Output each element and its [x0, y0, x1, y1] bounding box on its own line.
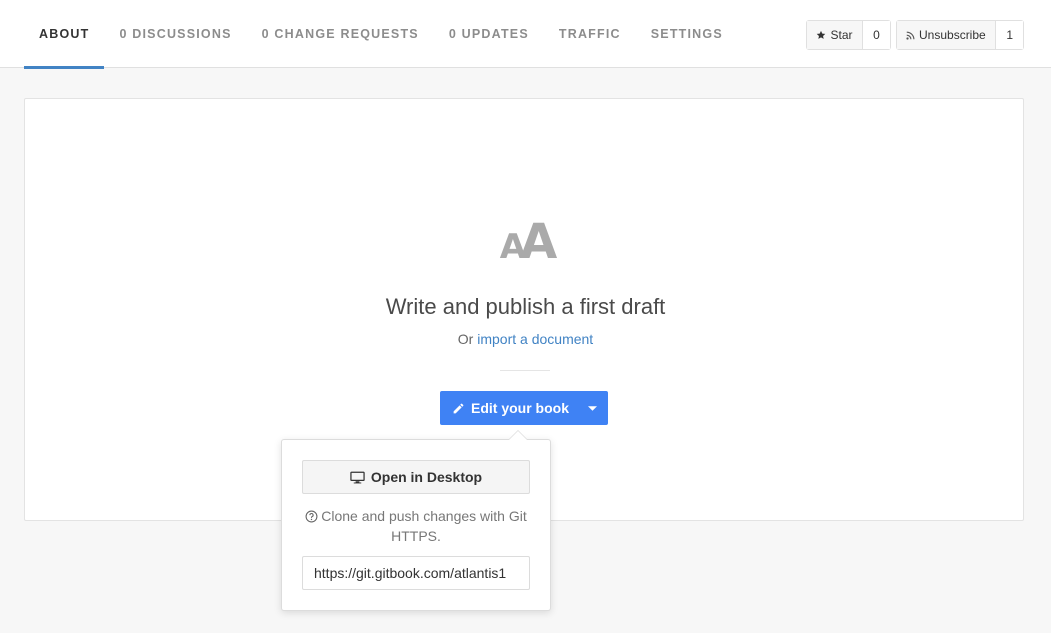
import-document-link[interactable]: import a document — [477, 331, 593, 347]
star-button[interactable]: Star — [807, 21, 863, 49]
edit-book-label: Edit your book — [471, 400, 569, 416]
monitor-icon — [350, 471, 365, 484]
unsubscribe-button-group: Unsubscribe 1 — [896, 20, 1024, 50]
caret-down-icon — [587, 405, 597, 411]
star-button-group: Star 0 — [806, 20, 891, 50]
unsubscribe-button[interactable]: Unsubscribe — [897, 21, 997, 49]
divider — [500, 370, 550, 371]
subscriber-count: 1 — [996, 21, 1023, 49]
unsubscribe-label: Unsubscribe — [919, 28, 986, 42]
star-icon — [816, 30, 826, 40]
edit-book-split-button: Edit your book — [440, 391, 608, 425]
clone-instructions: Clone and push changes with Git HTTPS. — [302, 506, 530, 546]
book-logo-icon: AA — [499, 214, 558, 270]
open-in-desktop-button[interactable]: Open in Desktop — [302, 460, 530, 494]
pencil-icon — [452, 402, 465, 415]
tab-settings[interactable]: SETTINGS — [636, 0, 738, 68]
edit-options-dropdown[interactable] — [576, 391, 608, 425]
edit-options-popover: Open in Desktop Clone and push changes w… — [281, 430, 551, 611]
open-in-desktop-label: Open in Desktop — [370, 469, 483, 485]
question-circle-icon — [305, 510, 318, 523]
tab-change-requests[interactable]: 0 CHANGE REQUESTS — [247, 0, 434, 68]
tab-discussions[interactable]: 0 DISCUSSIONS — [104, 0, 246, 68]
empty-state-subtitle: Or import a document — [0, 331, 1051, 347]
star-count: 0 — [863, 21, 890, 49]
top-navigation-bar: ABOUT 0 DISCUSSIONS 0 CHANGE REQUESTS 0 … — [0, 0, 1051, 69]
tab-about[interactable]: ABOUT — [24, 0, 105, 69]
rss-icon — [906, 31, 915, 40]
empty-state-title: Write and publish a first draft — [385, 294, 666, 319]
tab-bar: ABOUT 0 DISCUSSIONS 0 CHANGE REQUESTS 0 … — [24, 0, 738, 69]
tab-updates[interactable]: 0 UPDATES — [434, 0, 544, 68]
clone-instructions-text: Clone and push changes with Git HTTPS. — [321, 508, 527, 544]
edit-book-button[interactable]: Edit your book — [440, 391, 576, 425]
tab-traffic[interactable]: TRAFFIC — [544, 0, 636, 68]
star-label: Star — [830, 28, 853, 42]
git-url-field[interactable] — [302, 556, 530, 590]
subtitle-prefix: Or — [457, 331, 474, 347]
